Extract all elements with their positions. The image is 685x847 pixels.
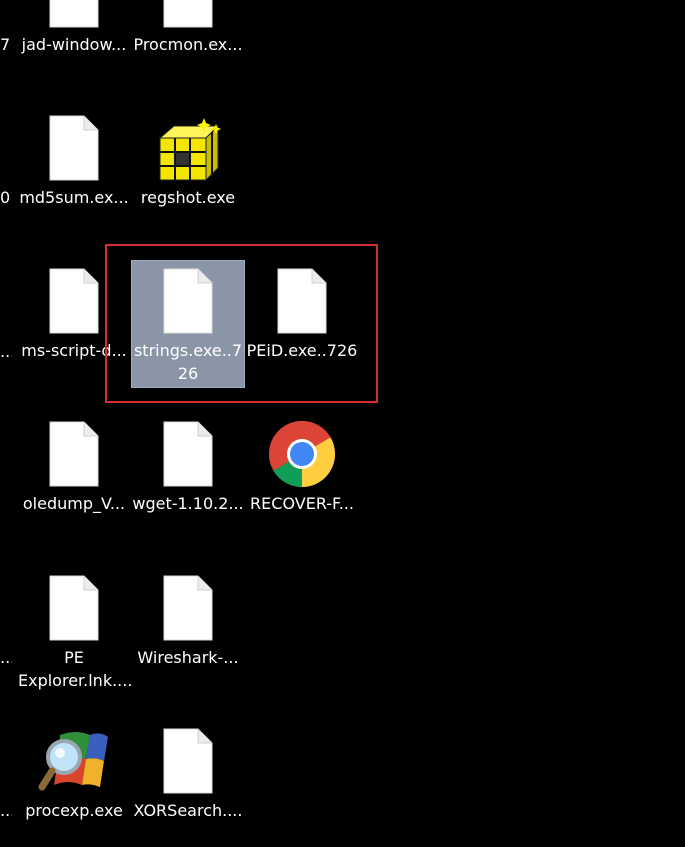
icon-label: Wireshark-... xyxy=(137,648,239,667)
desktop: 7 01 ... ... ... jad-window... Procmon.e… xyxy=(0,0,685,847)
desktop-icon-recover[interactable]: RECOVER-F... xyxy=(246,414,358,542)
desktop-icon-wireshark[interactable]: Wireshark-... xyxy=(132,568,244,696)
icon-label: procexp.exe xyxy=(25,801,123,820)
file-icon xyxy=(38,572,110,644)
icon-label: oledump_V... xyxy=(22,494,126,513)
icon-label: jad-window... xyxy=(21,35,127,54)
file-icon xyxy=(152,0,224,31)
desktop-icon-pe-explorer[interactable]: PE Explorer.lnk.... xyxy=(18,568,133,696)
icon-label: RECOVER-F... xyxy=(250,494,354,513)
file-icon xyxy=(152,572,224,644)
file-icon xyxy=(152,725,224,797)
icon-label: wget-1.10.2... xyxy=(132,494,244,513)
icon-label: XORSearch.... xyxy=(133,801,243,820)
icon-label: Procmon.ex... xyxy=(133,35,243,54)
icon-label: md5sum.ex... xyxy=(19,188,129,207)
offscreen-label: ... xyxy=(0,801,12,820)
chrome-icon xyxy=(266,418,338,490)
file-icon xyxy=(38,265,110,337)
desktop-icon-regshot[interactable]: regshot.exe xyxy=(132,108,244,236)
desktop-icon-md5sum[interactable]: md5sum.ex... xyxy=(18,108,130,236)
desktop-icon-jad-windows[interactable]: jad-window... xyxy=(18,0,130,83)
offscreen-label: 01 xyxy=(0,188,12,207)
procexp-icon xyxy=(38,725,110,797)
icon-label: regshot.exe xyxy=(140,188,236,207)
icon-label: PE Explorer.lnk.... xyxy=(18,648,133,690)
offscreen-label: ... xyxy=(0,648,12,667)
file-icon xyxy=(38,418,110,490)
desktop-icon-procmon[interactable]: Procmon.ex... xyxy=(132,0,244,83)
file-icon xyxy=(38,112,110,184)
highlight-box xyxy=(105,244,378,403)
offscreen-label: ... xyxy=(0,342,12,361)
regshot-icon xyxy=(152,112,224,184)
desktop-icon-xorsearch[interactable]: XORSearch.... xyxy=(132,721,244,847)
offscreen-label: 7 xyxy=(0,35,11,54)
desktop-icon-oledump[interactable]: oledump_V... xyxy=(18,414,130,542)
desktop-icon-wget[interactable]: wget-1.10.2... xyxy=(132,414,244,542)
file-icon xyxy=(38,0,110,31)
desktop-icon-procexp[interactable]: procexp.exe xyxy=(18,721,130,847)
file-icon xyxy=(152,418,224,490)
